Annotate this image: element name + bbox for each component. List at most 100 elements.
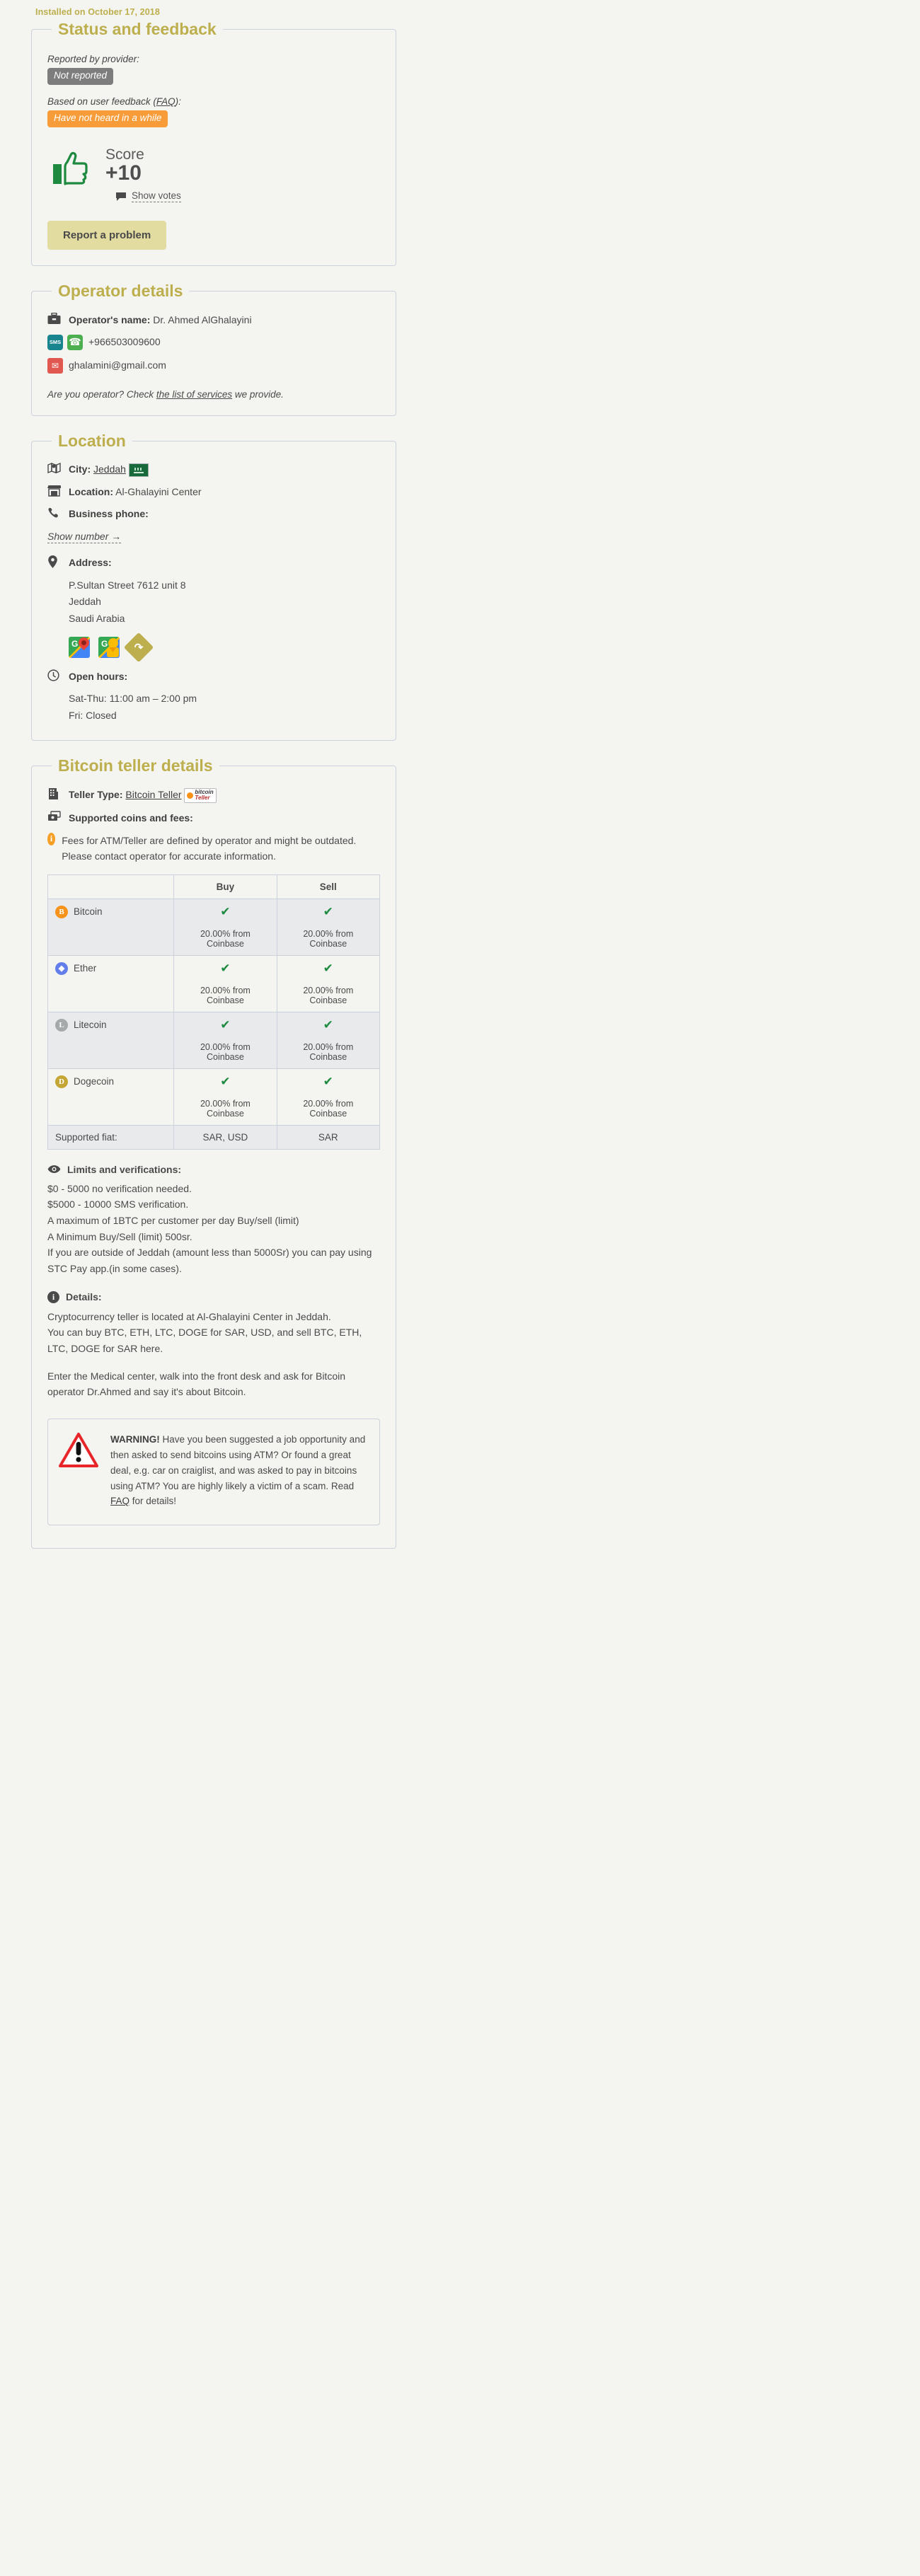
show-votes-label[interactable]: Show votes <box>132 190 181 203</box>
feedback-label-post: ): <box>175 96 181 108</box>
coin-name: Litecoin <box>74 1020 107 1031</box>
warning-text: WARNING! Have you been suggested a job o… <box>110 1432 367 1509</box>
limits-text: $0 - 5000 no verification needed. $5000 … <box>47 1181 380 1277</box>
section-title-status: Status and feedback <box>58 20 217 38</box>
operator-phone-value[interactable]: +966503009600 <box>88 335 380 349</box>
teller-type-row: Teller Type: Bitcoin Teller bitcoin Telle… <box>47 787 380 803</box>
buy-fee: 20.00% from Coinbase <box>200 928 251 949</box>
fees-col-coin <box>47 874 175 899</box>
section-operator-details: Operator details Operator's name: Dr. Ah… <box>31 282 396 416</box>
table-row: B Bitcoin ✔ 20.00% from Coinbase ✔ 20.00% f… <box>47 898 381 956</box>
location-value: Al-Ghalayini Center <box>115 486 202 498</box>
sms-icon[interactable]: SMS <box>47 334 63 350</box>
open-hours-line-2: Fri: Closed <box>69 709 117 721</box>
buy-fee: 20.00% from Coinbase <box>200 1098 251 1119</box>
section-title-operator: Operator details <box>58 282 183 301</box>
city-label: City: <box>69 463 91 475</box>
location-row: Location: Al-Ghalayini Center <box>47 485 380 499</box>
note-pre: Are you operator? Check <box>47 388 156 400</box>
details-line-1: Cryptocurrency teller is located at Al-G… <box>47 1310 331 1322</box>
check-icon: ✔ <box>323 1017 333 1032</box>
fees-table-header-row: Buy Sell <box>47 874 381 899</box>
user-feedback-label: Based on user feedback (FAQ): <box>47 96 380 107</box>
reported-by-provider-label: Reported by provider: <box>47 54 139 65</box>
teller-type-label: Teller Type: <box>69 788 123 800</box>
google-maps-icon[interactable]: G <box>69 636 90 658</box>
teller-type-value-link[interactable]: Bitcoin Teller <box>125 789 181 800</box>
page-root: Installed on October 17, 2018 Status and… <box>0 0 920 1549</box>
limits-line-5: If you are outside of Jeddah (amount les… <box>47 1247 372 1275</box>
address-line-1: P.Sultan Street 7612 unit 8 <box>69 579 186 591</box>
section-bitcoin-teller-details: Bitcoin teller details Teller Type: Bitc… <box>31 756 396 1549</box>
address-row: Address: <box>47 555 380 570</box>
note-post: we provide. <box>232 388 284 400</box>
google-street-view-icon[interactable]: G <box>98 636 120 658</box>
city-text: City: Jeddah <box>69 462 380 478</box>
city-value-link[interactable]: Jeddah <box>93 463 126 475</box>
bitcoin-icon: B <box>55 905 68 918</box>
details-paragraph-2: Enter the Medical center, walk into the … <box>47 1370 345 1398</box>
feedback-label-pre: Based on user feedback ( <box>47 96 156 108</box>
email-icon[interactable]: ✉ <box>47 357 63 374</box>
operator-phone-row: SMS ☎ +966503009600 <box>47 334 380 350</box>
details-header: i Details: <box>47 1290 380 1303</box>
table-row: D Dogecoin ✔ 20.00% from Coinbase ✔ 20.00% … <box>47 1068 381 1126</box>
sell-fee: 20.00% from Coinbase <box>303 985 354 1005</box>
limits-line-1: $0 - 5000 no verification needed. <box>47 1182 192 1194</box>
list-of-services-link[interactable]: the list of services <box>156 389 232 400</box>
score-block: Score +10 Show votes <box>105 147 181 203</box>
phone-icon <box>47 507 69 519</box>
location-text: Location: Al-Ghalayini Center <box>69 485 380 499</box>
section-title-location: Location <box>58 431 126 450</box>
fees-col-buy: Buy <box>173 874 277 899</box>
eye-icon <box>47 1165 61 1174</box>
buy-fee: 20.00% from Coinbase <box>200 1041 251 1062</box>
teller-logo-line2: Teller <box>195 795 210 802</box>
section-title-teller: Bitcoin teller details <box>58 756 213 775</box>
section-status-and-feedback: Status and feedback Reported by provider… <box>31 20 396 267</box>
buy-fee: 20.00% from Coinbase <box>200 985 251 1005</box>
whatsapp-icon[interactable]: ☎ <box>67 334 83 350</box>
check-icon: ✔ <box>220 1017 231 1032</box>
fees-table: Buy Sell B Bitcoin ✔ 20.00% from Coinbase … <box>47 874 381 1150</box>
show-number-row[interactable]: Show number → <box>47 529 380 545</box>
saudi-arabia-flag-icon <box>128 463 149 478</box>
business-phone-label: Business phone: <box>69 508 149 520</box>
address-label: Address: <box>69 557 112 569</box>
fees-notice-text: Fees for ATM/Teller are defined by opera… <box>62 834 357 862</box>
check-icon: ✔ <box>220 1074 231 1088</box>
briefcase-icon <box>47 312 69 325</box>
coin-name: Dogecoin <box>74 1076 115 1087</box>
supported-fiat-row: Supported fiat: SAR, USD SAR <box>47 1124 381 1150</box>
coin-name: Bitcoin <box>74 906 103 918</box>
installed-date: Installed on October 17, 2018 <box>35 7 160 17</box>
warning-triangle-icon <box>58 1432 99 1472</box>
operator-name-value: Dr. Ahmed AlGhalayini <box>153 313 252 325</box>
show-votes-row[interactable]: Show votes <box>115 190 181 203</box>
operator-email-value[interactable]: ghalamini@gmail.com <box>69 358 380 372</box>
dogecoin-icon: D <box>55 1075 68 1088</box>
check-icon: ✔ <box>220 904 231 918</box>
details-paragraph-1: Cryptocurrency teller is located at Al-G… <box>47 1309 380 1357</box>
open-hours-label: Open hours: <box>69 670 128 682</box>
directions-icon[interactable]: ↷ <box>123 632 154 662</box>
operator-name-row: Operator's name: Dr. Ahmed AlGhalayini <box>47 312 380 327</box>
supported-coins-label: Supported coins and fees: <box>69 812 193 824</box>
check-icon: ✔ <box>220 961 231 975</box>
address-line-2: Jeddah <box>69 596 101 608</box>
score-area: Score +10 Show votes <box>52 147 380 203</box>
report-a-problem-button[interactable]: Report a problem <box>47 221 167 250</box>
warning-faq-link[interactable]: FAQ <box>110 1496 130 1506</box>
operator-name-text: Operator's name: Dr. Ahmed AlGhalayini <box>69 313 380 327</box>
location-pin-icon <box>47 555 69 569</box>
building-icon <box>47 787 69 800</box>
business-phone-row: Business phone: <box>47 507 380 521</box>
check-icon: ✔ <box>323 904 333 918</box>
info-icon-dark: i <box>47 1290 59 1303</box>
open-hours-row: Open hours: <box>47 669 380 683</box>
check-icon: ✔ <box>323 961 333 975</box>
supported-coins-row: Supported coins and fees: <box>47 810 380 825</box>
show-number-link[interactable]: Show number → <box>47 530 122 543</box>
location-label: Location: <box>69 486 113 498</box>
faq-link[interactable]: FAQ <box>156 96 176 107</box>
